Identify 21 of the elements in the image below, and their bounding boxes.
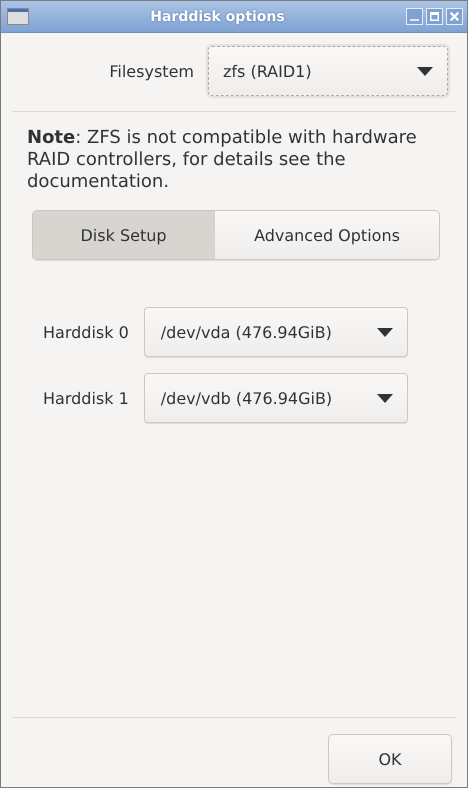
window-icon	[7, 8, 29, 25]
close-button[interactable]	[446, 8, 463, 25]
harddisk-dropdown[interactable]: /dev/vda (476.94GiB)	[144, 307, 408, 357]
tab[interactable]: Advanced Options	[215, 211, 439, 259]
maximize-icon	[430, 12, 439, 21]
harddisk-label: Harddisk 0	[43, 322, 129, 342]
minimize-button[interactable]	[406, 8, 423, 25]
caret-icon	[376, 328, 393, 336]
close-icon	[450, 12, 459, 21]
window-title: Harddisk options	[149, 8, 286, 24]
filesystem-label: Filesystem	[109, 62, 194, 80]
note-text: Note: ZFS is not compatible with hardware RAID controllers, for details see the documentation.	[27, 127, 418, 193]
minimize-icon	[410, 19, 419, 21]
ok-button[interactable]: OK	[328, 734, 452, 784]
harddisk-label: Harddisk 1	[43, 388, 129, 408]
filesystem-dropdown[interactable]: zfs (RAID1)	[208, 46, 448, 96]
tab[interactable]: Disk Setup	[33, 211, 215, 259]
harddisk-dropdown[interactable]: /dev/vdb (476.94GiB)	[144, 373, 408, 423]
maximize-button[interactable]	[426, 8, 443, 25]
caret-icon	[417, 66, 433, 76]
caret-icon	[376, 394, 393, 402]
